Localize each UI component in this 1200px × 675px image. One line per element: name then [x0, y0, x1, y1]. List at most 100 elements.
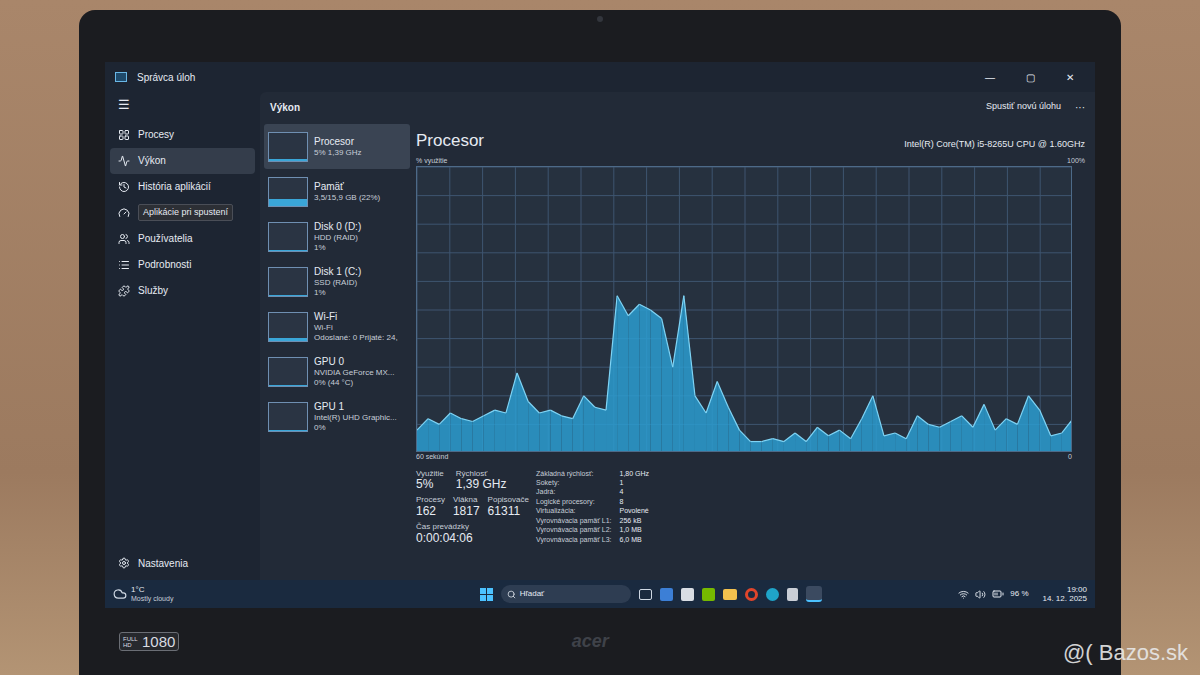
- new-task-button[interactable]: Spustiť novú úlohu: [986, 100, 1061, 114]
- clock[interactable]: 19:0014. 12. 2025: [1043, 585, 1087, 603]
- menu-button[interactable]: ☰: [110, 92, 255, 118]
- calculator-icon[interactable]: [787, 588, 798, 601]
- device-card[interactable]: Pamäť3,5/15,9 GB (22%): [264, 169, 410, 214]
- detail-panel: Procesor Intel(R) Core(TM) i5-8265U CPU @…: [410, 122, 1095, 580]
- spec-label: Sokety:: [536, 478, 612, 487]
- nav-icon: [118, 259, 130, 271]
- chart-segment: [851, 419, 862, 452]
- sidebar-item[interactable]: Aplikácie pri spustení: [110, 200, 255, 226]
- sidebar: ☰ ProcesyVýkonHistória aplikáciíAplikácie…: [105, 92, 260, 580]
- detail-title: Procesor: [416, 128, 484, 154]
- chart-segment: [1017, 396, 1028, 452]
- window-control[interactable]: ✕: [1055, 70, 1085, 85]
- chart-segment: [517, 373, 528, 452]
- sidebar-item[interactable]: Procesy: [110, 122, 255, 148]
- device-thumbnail: [268, 357, 308, 387]
- nvidia-icon[interactable]: [702, 588, 715, 601]
- device-card[interactable]: Disk 1 (C:)SSD (RAID)1%: [264, 259, 410, 304]
- window-control[interactable]: ▢: [1015, 70, 1045, 85]
- device-thumbnail: [268, 222, 308, 252]
- edge-icon[interactable]: [766, 588, 779, 601]
- chart-segment: [739, 430, 750, 452]
- taskmanager-icon[interactable]: [806, 586, 822, 602]
- chart-segment: [773, 439, 784, 452]
- chart-segment: [906, 416, 917, 452]
- chart-segment: [751, 442, 762, 452]
- cloud-icon: [113, 587, 127, 601]
- nav-icon: [118, 155, 130, 167]
- spec-label: Základná rýchlosť:: [536, 469, 612, 478]
- battery-icon[interactable]: [992, 588, 1004, 600]
- cpu-model: Intel(R) Core(TM) i5-8265U CPU @ 1.60GHz: [904, 138, 1085, 152]
- stat: Popisovače61311: [488, 495, 529, 518]
- weather[interactable]: 1°CMostly cloudy: [113, 586, 263, 602]
- sidebar-item[interactable]: Podrobnosti: [110, 252, 255, 278]
- spec-value: 1: [620, 478, 650, 487]
- taskbar: 1°CMostly cloudyHľadať96 %19:0014. 12. 2…: [105, 580, 1095, 608]
- sidebar-item[interactable]: Používatelia: [110, 226, 255, 252]
- store-icon[interactable]: [660, 588, 673, 601]
- chart-segment: [528, 402, 539, 452]
- chart-segment: [784, 433, 795, 452]
- chart-segment: [984, 404, 995, 452]
- stats: Využitie5%Rýchlosť1,39 GHzProcesy162Vlák…: [416, 469, 1085, 546]
- spec-value: 1,80 GHz: [620, 469, 650, 478]
- spec-table: Základná rýchlosť: 1,80 GHz Sokety: 1 Jadrá:…: [536, 469, 649, 546]
- chart-segment: [840, 430, 851, 452]
- opera-icon[interactable]: [745, 588, 758, 601]
- sidebar-item[interactable]: Služby: [110, 278, 255, 304]
- spec-label: Logické procesory:: [536, 497, 612, 506]
- app-icon[interactable]: [681, 588, 694, 601]
- volume-icon[interactable]: [975, 589, 986, 600]
- chart-segment: [995, 419, 1006, 452]
- nav-icon: [118, 207, 130, 219]
- brand-logo: acer: [572, 628, 609, 655]
- chart-segment: [828, 430, 839, 452]
- stat: Rýchlosť1,39 GHz: [456, 469, 507, 492]
- chart-segment: [506, 373, 517, 452]
- chart-segment: [706, 382, 717, 453]
- settings-item[interactable]: Nastavenia: [110, 550, 255, 576]
- device-card[interactable]: Wi-FiWi-FiOdoslané: 0 Prijaté: 24,: [264, 304, 410, 349]
- spec-value: 1,0 MB: [620, 525, 650, 534]
- device-card[interactable]: Procesor5% 1,39 GHz: [264, 124, 410, 169]
- chart-segment: [495, 410, 506, 452]
- start-icon[interactable]: [480, 588, 493, 601]
- stat: Čas prevádzky0:00:04:06: [416, 522, 516, 545]
- page-header: VýkonSpustiť novú úlohu···: [260, 92, 1095, 122]
- sidebar-item[interactable]: Výkon: [110, 148, 255, 174]
- device-thumbnail: [268, 267, 308, 297]
- spec-label: Jadrá:: [536, 487, 612, 496]
- chart-segment: [1040, 410, 1051, 452]
- window-control[interactable]: —: [975, 70, 1005, 85]
- chart-segment: [973, 404, 984, 452]
- wifi-icon[interactable]: [958, 589, 969, 600]
- chart-segment: [484, 410, 495, 452]
- device-card[interactable]: Disk 0 (D:)HDD (RAID)1%: [264, 214, 410, 259]
- chart-segment: [650, 310, 661, 452]
- sidebar-item[interactable]: História aplikácií: [110, 174, 255, 200]
- chart-segment: [473, 416, 484, 452]
- search-box[interactable]: Hľadať: [501, 585, 631, 603]
- chart-segment: [562, 416, 573, 452]
- chart-segment: [728, 407, 739, 452]
- nav-icon: [118, 285, 130, 297]
- device-card[interactable]: GPU 0NVIDIA GeForce MX...0% (44 °C): [264, 349, 410, 394]
- folder-icon[interactable]: [723, 589, 737, 600]
- window-title: Správca úloh: [137, 70, 195, 85]
- chart-segment: [439, 413, 450, 452]
- chart-segment: [940, 422, 951, 452]
- chart-segment: [428, 419, 439, 452]
- taskview-icon[interactable]: [639, 589, 652, 600]
- chart-segment: [550, 410, 561, 452]
- chart-segment: [895, 433, 906, 452]
- chart-segment: [917, 416, 928, 452]
- nav-icon: [118, 129, 130, 141]
- chart-segment: [695, 396, 706, 452]
- cpu-chart: [416, 166, 1072, 452]
- more-button[interactable]: ···: [1075, 100, 1085, 115]
- screen: Správca úloh — ▢ ✕ ☰ ProcesyVýkonHistória apl…: [105, 62, 1095, 608]
- search-icon: [507, 590, 516, 599]
- chart-segment: [717, 382, 728, 453]
- device-card[interactable]: GPU 1Intel(R) UHD Graphic...0%: [264, 394, 410, 439]
